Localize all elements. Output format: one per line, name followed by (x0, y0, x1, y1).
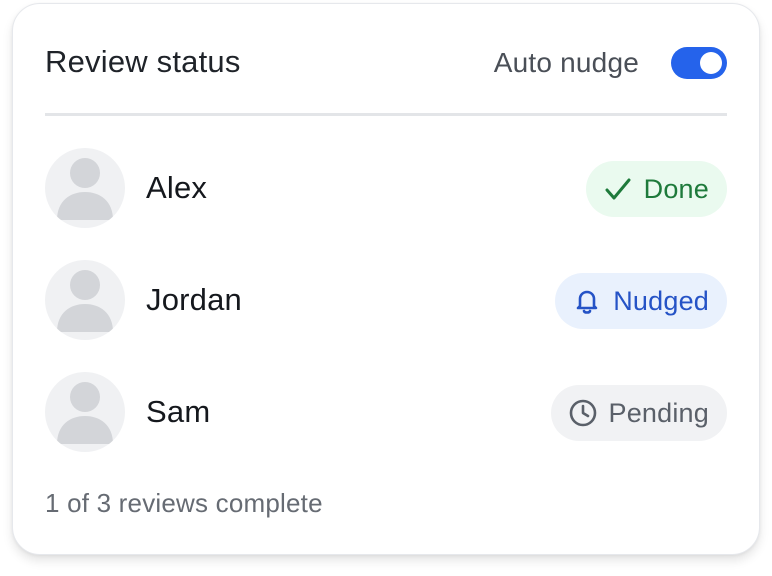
user-placeholder-icon (57, 158, 113, 220)
user-placeholder-icon (57, 270, 113, 332)
avatar (45, 372, 125, 452)
reviewer-row: Alex Done (45, 148, 727, 228)
card-title: Review status (45, 44, 241, 79)
avatar (45, 148, 125, 228)
status-label: Nudged (613, 285, 709, 316)
reviewer-row: Sam Pending (45, 372, 727, 452)
reviewer-list: Alex Done Jordan Nudged Sam Pending (45, 148, 727, 484)
reviewer-name: Alex (146, 170, 208, 205)
clock-icon (567, 397, 599, 429)
reviewer-name: Jordan (146, 282, 242, 317)
toggle-knob (700, 52, 722, 74)
user-placeholder-icon (57, 382, 113, 444)
avatar (45, 260, 125, 340)
status-badge: Done (585, 161, 727, 217)
auto-nudge-toggle[interactable] (671, 47, 727, 79)
auto-nudge-label: Auto nudge (493, 47, 639, 78)
status-label: Done (643, 173, 709, 204)
review-summary: 1 of 3 reviews complete (45, 488, 323, 518)
reviewer-row: Jordan Nudged (45, 260, 727, 340)
status-badge: Pending (550, 385, 727, 441)
reviewer-name: Sam (146, 394, 211, 429)
auto-nudge-setting: Auto nudge (494, 44, 727, 82)
status-badge: Nudged (555, 273, 727, 329)
card-header: Review status Auto nudge (45, 4, 727, 116)
status-label: Pending (608, 397, 709, 428)
check-icon (602, 173, 634, 205)
bell-icon (571, 285, 603, 317)
review-status-card: Review status Auto nudge Alex Done Jorda… (12, 3, 760, 555)
